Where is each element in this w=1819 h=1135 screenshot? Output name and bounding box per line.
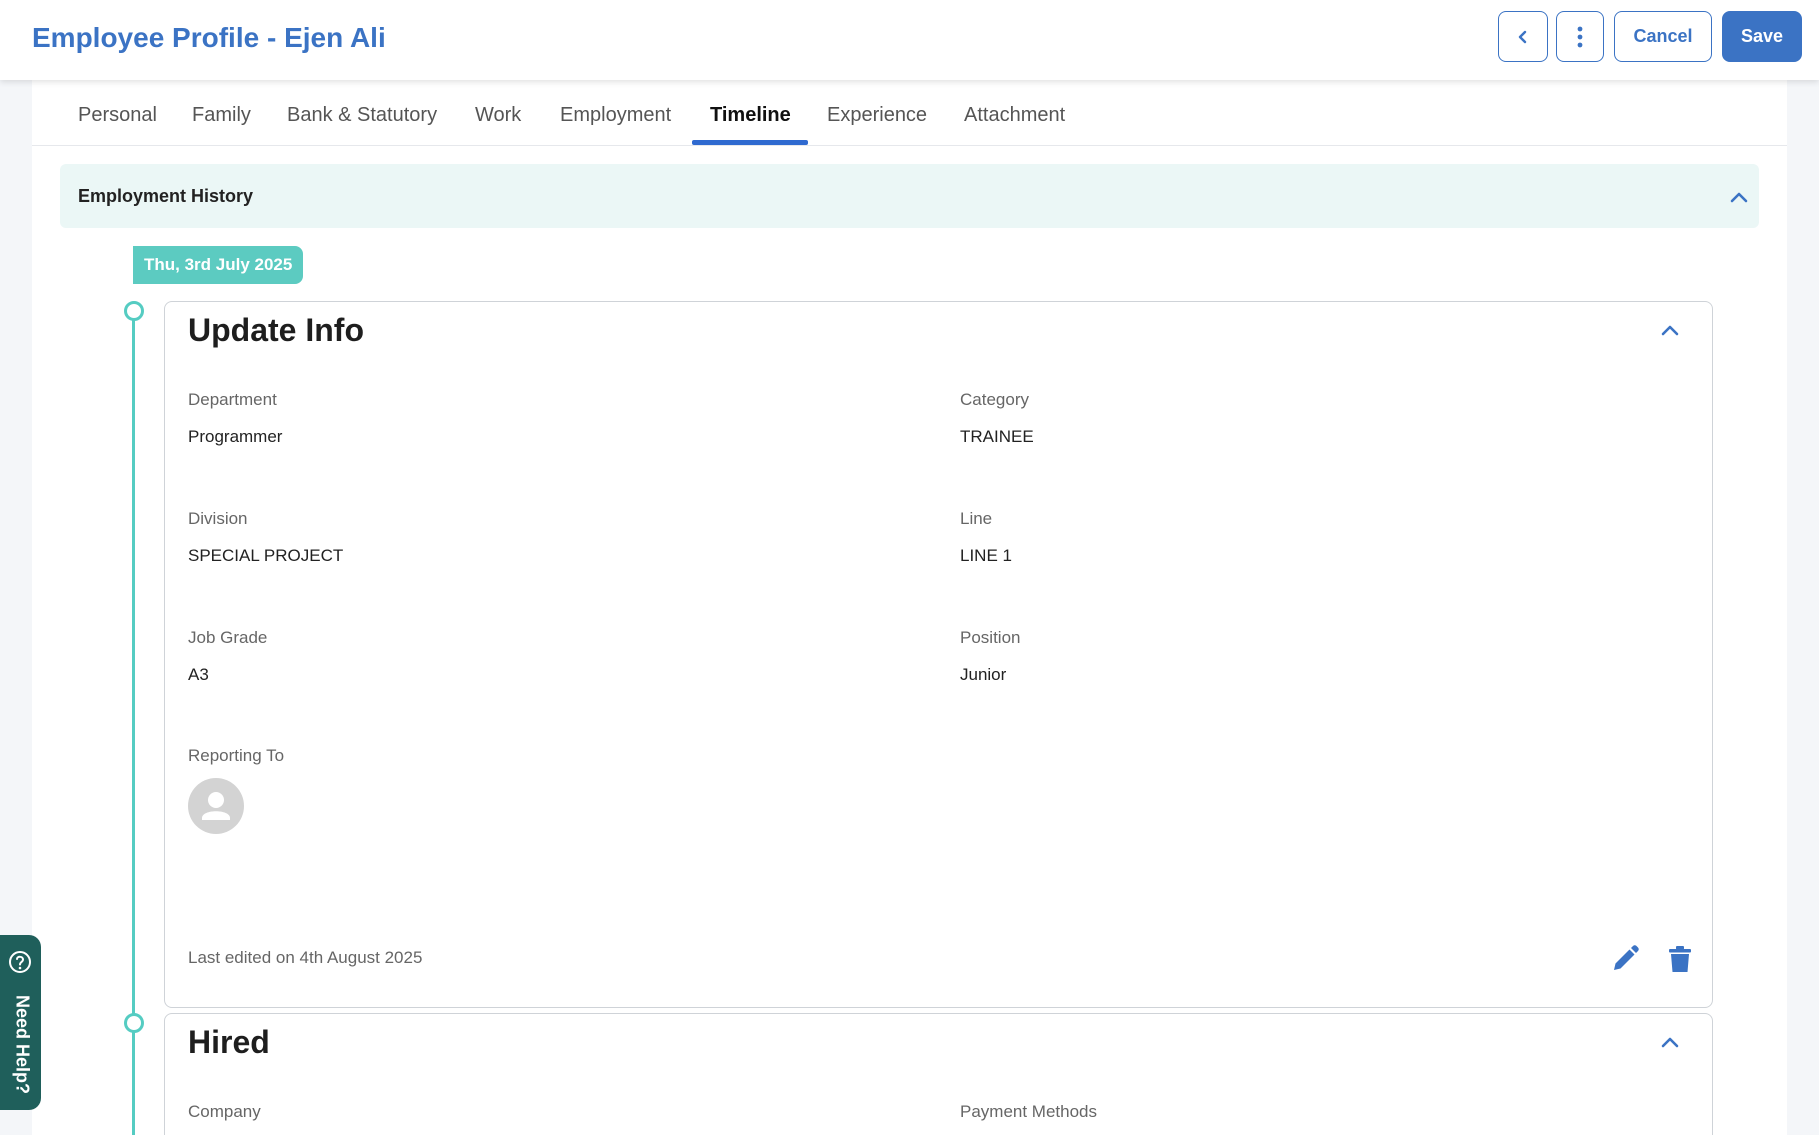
page-header: Employee Profile - Ejen Ali Cancel Save <box>0 0 1819 80</box>
division-label: Division <box>188 509 248 528</box>
department-label: Department <box>188 390 277 409</box>
timeline-dot <box>124 301 144 321</box>
tab-attachment[interactable]: Attachment <box>964 104 1065 127</box>
payment-methods-label: Payment Methods <box>960 1102 1098 1121</box>
save-button[interactable]: Save <box>1722 11 1802 62</box>
chevron-left-icon <box>1518 30 1527 43</box>
timeline-date-badge: Thu, 3rd July 2025 <box>133 246 304 284</box>
tab-employment[interactable]: Employment <box>560 104 671 127</box>
reporting-to-label: Reporting To <box>188 746 285 765</box>
category-label: Category <box>960 390 1029 409</box>
main-panel: Personal Family Bank & Statutory Work Em… <box>32 80 1787 1135</box>
pencil-icon[interactable] <box>1610 944 1640 974</box>
timeline-line <box>132 312 135 1135</box>
job-grade-label: Job Grade <box>188 628 268 647</box>
need-help-button[interactable]: Need Help? <box>0 935 41 1110</box>
section-title: Employment History <box>78 186 254 206</box>
tab-work[interactable]: Work <box>475 104 521 127</box>
line-label: Line <box>960 509 993 528</box>
trash-icon[interactable] <box>1665 944 1695 974</box>
tab-bank-statutory[interactable]: Bank & Statutory <box>287 104 437 127</box>
chevron-up-icon[interactable] <box>1660 324 1680 336</box>
tab-bar: Personal Family Bank & Statutory Work Em… <box>32 80 1787 146</box>
tab-family[interactable]: Family <box>192 104 251 127</box>
position-value: Junior <box>960 665 1007 684</box>
card-title: Hired <box>188 1024 270 1060</box>
employment-history-header[interactable]: Employment History <box>60 164 1759 228</box>
category-value: TRAINEE <box>960 427 1034 446</box>
cancel-button[interactable]: Cancel <box>1614 11 1712 62</box>
need-help-label: Need Help? <box>12 995 33 1095</box>
company-label: Company <box>188 1102 261 1121</box>
timeline-dot <box>124 1013 144 1033</box>
vertical-dots-icon <box>1577 26 1583 47</box>
card-title: Update Info <box>188 312 364 348</box>
department-value: Programmer <box>188 427 283 446</box>
job-grade-value: A3 <box>188 665 209 684</box>
timeline-card-update-info: Update Info Department Programmer Catego… <box>164 301 1713 1008</box>
page-title: Employee Profile - Ejen Ali <box>32 22 386 53</box>
avatar <box>188 778 244 834</box>
line-value: LINE 1 <box>960 546 1012 565</box>
active-tab-indicator <box>692 140 808 145</box>
tab-timeline[interactable]: Timeline <box>710 104 791 127</box>
chevron-up-icon[interactable] <box>1660 1036 1680 1048</box>
help-icon <box>9 951 31 973</box>
tab-experience[interactable]: Experience <box>827 104 927 127</box>
last-edited-text: Last edited on 4th August 2025 <box>188 948 423 967</box>
division-value: SPECIAL PROJECT <box>188 546 344 565</box>
chevron-up-icon[interactable] <box>1729 191 1749 203</box>
tab-personal[interactable]: Personal <box>78 104 157 127</box>
back-button[interactable] <box>1498 11 1548 62</box>
timeline-card-hired: Hired Company Payment Methods <box>164 1013 1713 1135</box>
position-label: Position <box>960 628 1021 647</box>
user-placeholder-icon <box>202 792 230 820</box>
more-options-button[interactable] <box>1556 11 1604 62</box>
